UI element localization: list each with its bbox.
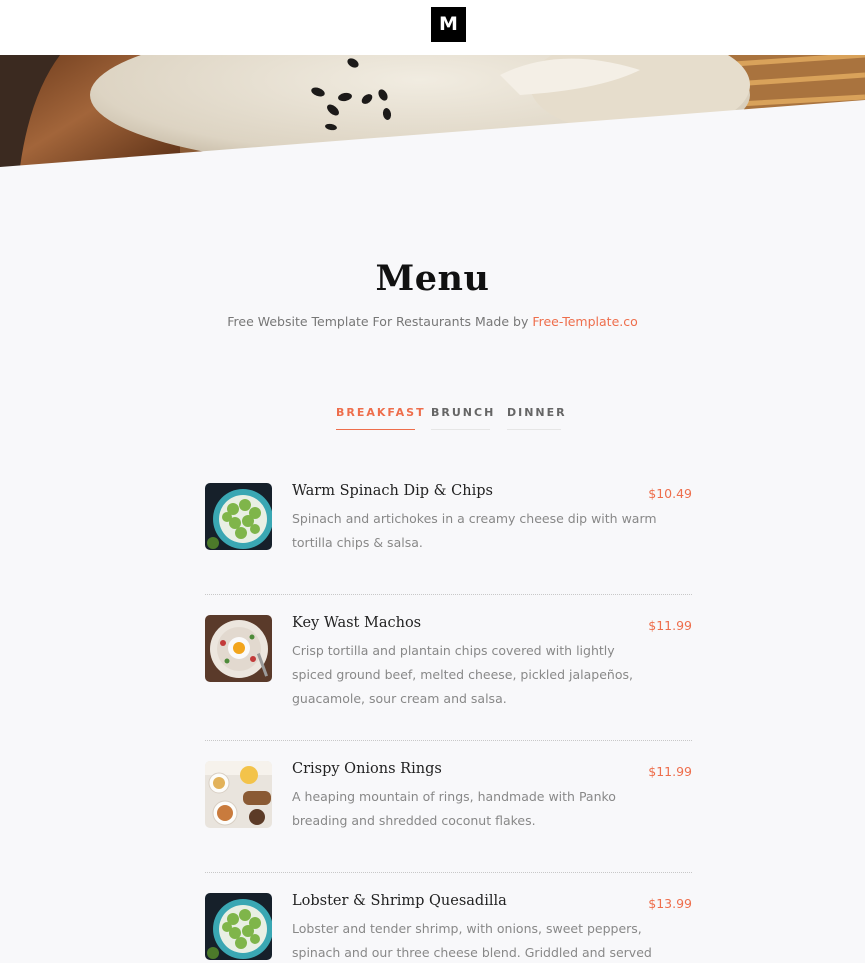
- tab-dinner[interactable]: DINNER: [507, 400, 565, 430]
- item-divider: [205, 740, 692, 741]
- tab-brunch[interactable]: BRUNCH: [431, 400, 493, 430]
- item-divider: [205, 594, 692, 595]
- template-credit-link[interactable]: Free-Template.co: [532, 314, 637, 329]
- menu-item-description: Lobster and tender shrimp, with onions, …: [292, 921, 652, 960]
- site-logo[interactable]: M: [431, 7, 466, 42]
- menu-item-description: A heaping mountain of rings, handmade wi…: [292, 789, 616, 828]
- page-subtitle: Free Website Template For Restaurants Ma…: [0, 314, 865, 329]
- menu-item-price: $13.99: [648, 896, 692, 911]
- hero-banner-image: [0, 55, 865, 167]
- menu-item-name: Lobster & Shrimp Quesadilla: [292, 893, 507, 909]
- page-title: Menu: [375, 258, 490, 299]
- top-bar: M: [0, 0, 865, 55]
- menu-tabs: BREAKFAST BRUNCH DINNER: [0, 400, 865, 432]
- item-divider: [205, 872, 692, 873]
- menu-item[interactable]: Key Wast Machos $11.99 Crisp tortilla an…: [205, 615, 692, 725]
- menu-item-price: $11.99: [648, 618, 692, 633]
- table-dishes-image: [205, 761, 272, 828]
- dumplings-plate-image: [205, 893, 272, 960]
- menu-item-price: $10.49: [648, 486, 692, 501]
- menu-item-name: Warm Spinach Dip & Chips: [292, 483, 493, 499]
- menu-item-name: Key Wast Machos: [292, 615, 422, 631]
- tab-breakfast[interactable]: BREAKFAST: [336, 400, 424, 430]
- dumplings-plate-image: [205, 483, 272, 550]
- menu-item-description: Crisp tortilla and plantain chips covere…: [292, 643, 633, 706]
- menu-item-description: Spinach and artichokes in a creamy chees…: [292, 511, 657, 550]
- menu-item[interactable]: Crispy Onions Rings $11.99 A heaping mou…: [205, 761, 692, 851]
- subtitle-text: Free Website Template For Restaurants Ma…: [227, 314, 533, 329]
- menu-item-price: $11.99: [648, 764, 692, 779]
- egg-plate-image: [205, 615, 272, 682]
- menu-item[interactable]: Warm Spinach Dip & Chips $10.49 Spinach …: [205, 483, 692, 573]
- menu-item[interactable]: Lobster & Shrimp Quesadilla $13.99 Lobst…: [205, 893, 692, 963]
- menu-item-name: Crispy Onions Rings: [292, 761, 442, 777]
